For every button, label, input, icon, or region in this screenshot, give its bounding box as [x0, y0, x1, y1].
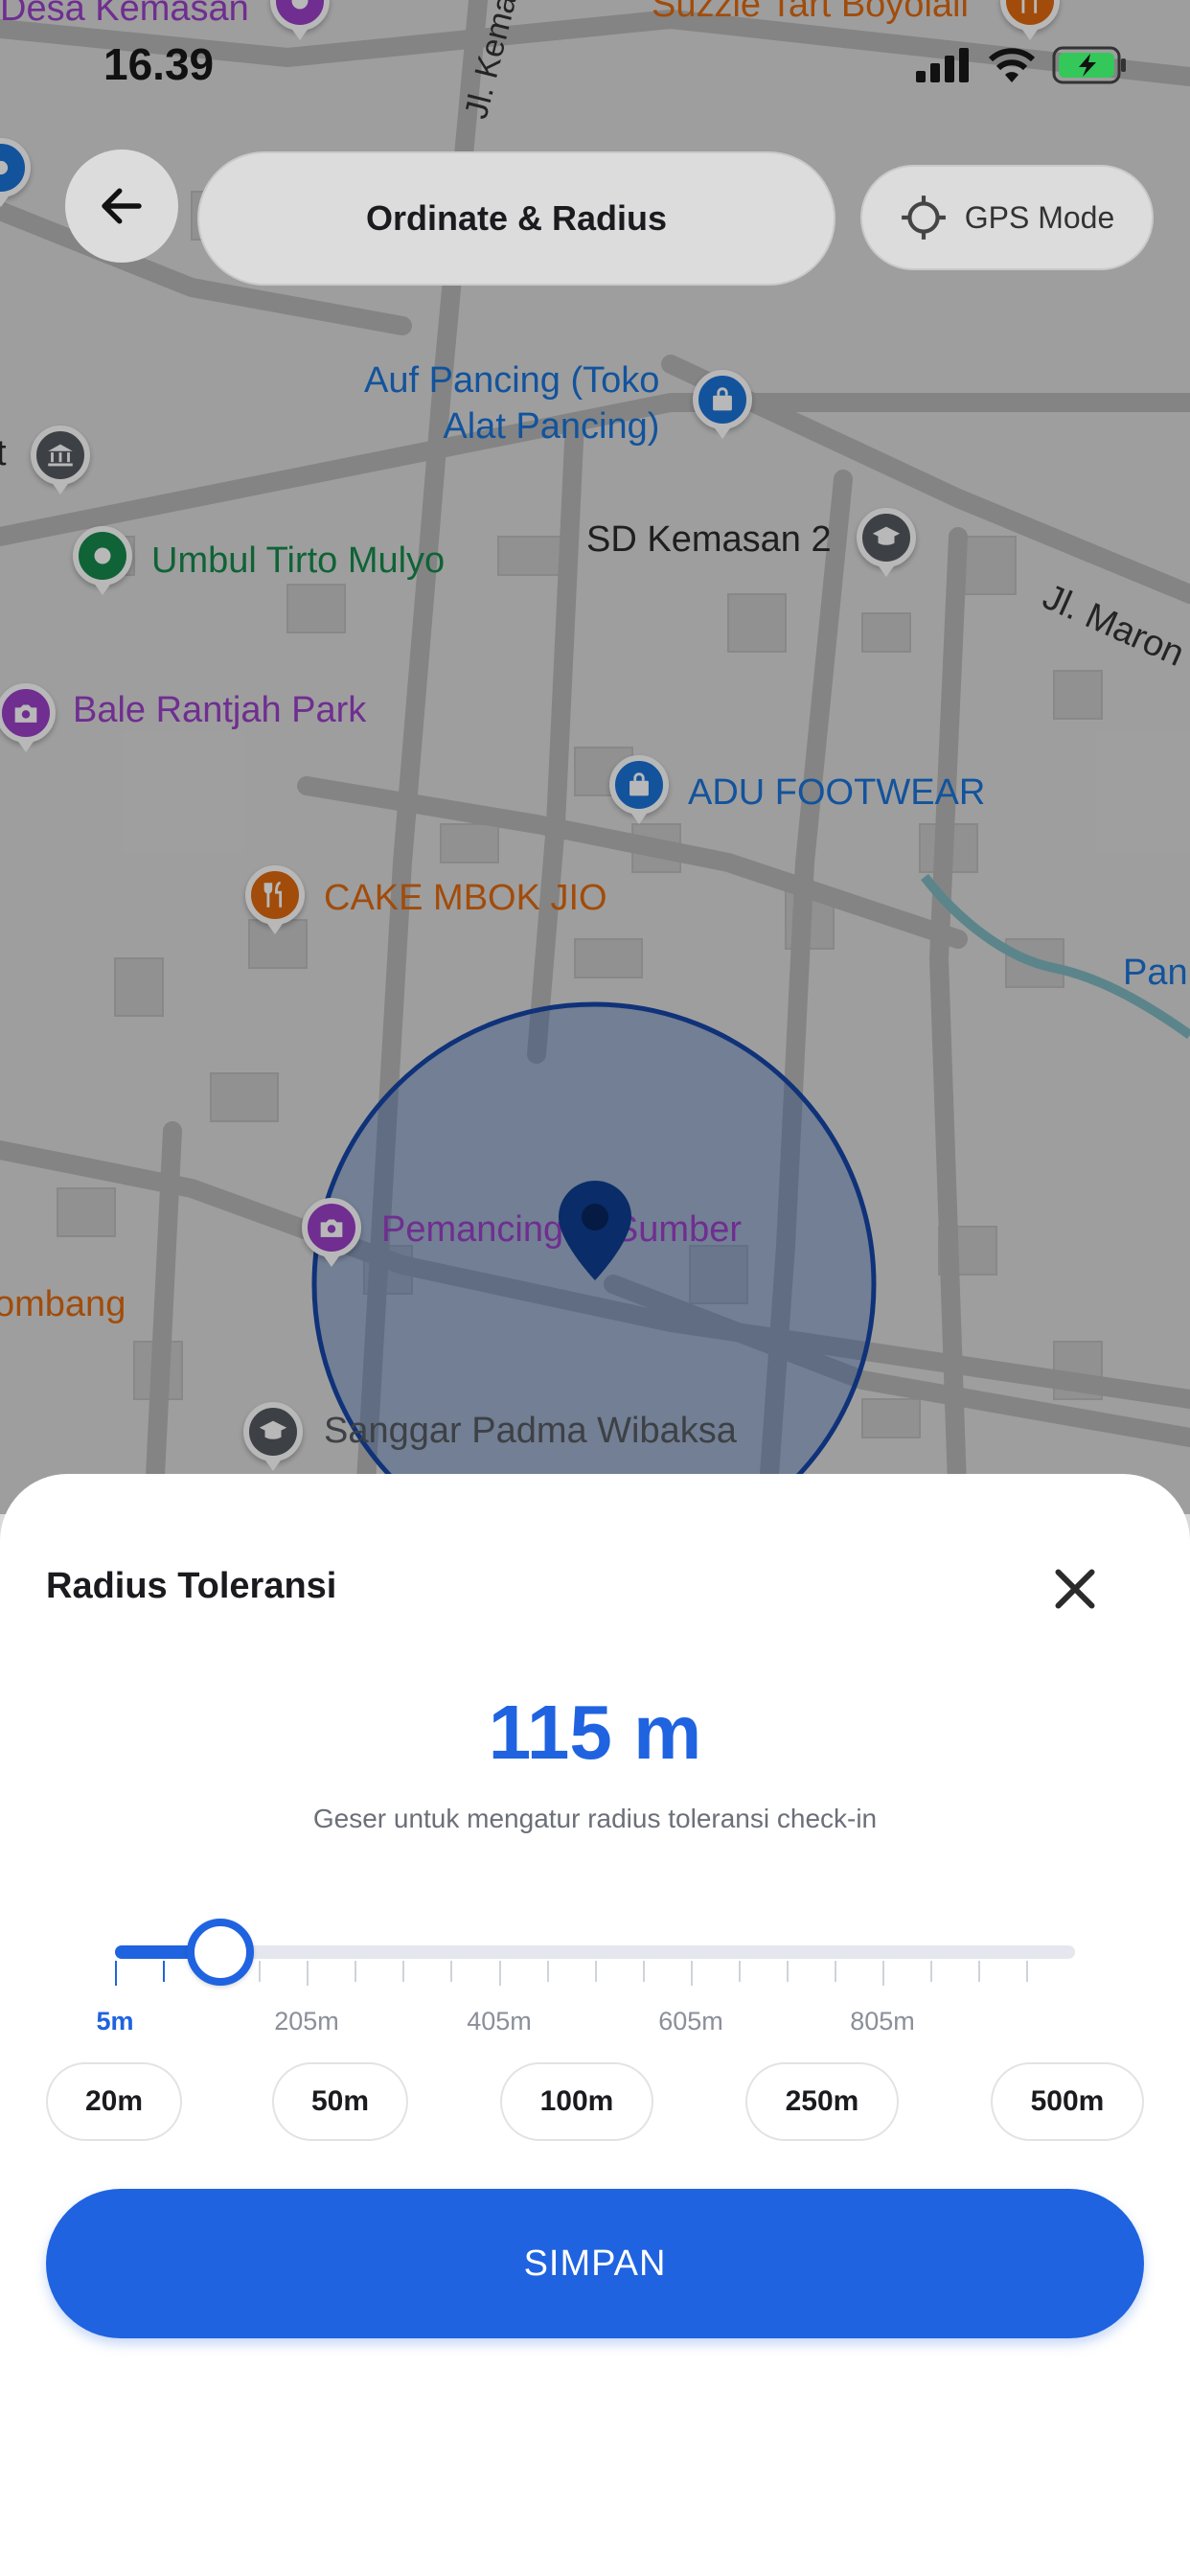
status-bar: 16.39 [0, 0, 1190, 134]
battery-icon [1052, 46, 1126, 84]
tick-label: 205m [274, 2007, 339, 2036]
status-time: 16.39 [103, 39, 215, 89]
back-button[interactable] [65, 150, 178, 263]
crosshair-icon [901, 196, 946, 240]
wifi-icon [988, 48, 1036, 82]
tick-label: 605m [658, 2007, 723, 2036]
radius-bottom-sheet [0, 1474, 1190, 2576]
page-title: Ordinate & Radius [365, 198, 668, 238]
preset-250m-button[interactable]: 250m [745, 2062, 899, 2141]
gps-mode-button[interactable]: GPS Mode [860, 165, 1154, 270]
close-icon[interactable] [1046, 1560, 1104, 1618]
slider-thumb[interactable] [187, 1919, 255, 1986]
radius-hint: Geser untuk mengatur radius toleransi ch… [312, 1804, 878, 1833]
arrow-left-icon [102, 188, 142, 224]
preset-100m-button[interactable]: 100m [500, 2062, 653, 2141]
preset-500m-button[interactable]: 500m [991, 2062, 1144, 2141]
save-button[interactable]: SIMPAN [46, 2189, 1144, 2338]
radius-value: 115 m [488, 1690, 702, 1775]
preset-50m-button[interactable]: 50m [272, 2062, 408, 2141]
save-button-label: SIMPAN [523, 2242, 667, 2284]
title-pill: Ordinate & Radius [197, 151, 835, 286]
tick-label: 5m [96, 2007, 134, 2036]
slider-track [115, 1945, 1075, 1959]
signal-icon [916, 48, 969, 82]
sheet-title: Radius Toleransi [46, 1566, 337, 1606]
gps-mode-label: GPS Mode [964, 199, 1115, 235]
tick-label: 805m [850, 2007, 915, 2036]
tick-label: 405m [467, 2007, 532, 2036]
preset-20m-button[interactable]: 20m [46, 2062, 182, 2141]
radius-slider[interactable] [115, 1945, 1075, 2022]
